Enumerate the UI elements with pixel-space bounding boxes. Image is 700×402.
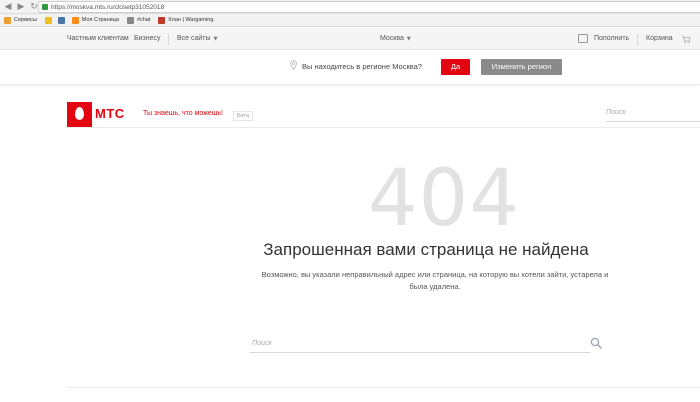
forward-icon[interactable]: ▶ — [16, 2, 26, 12]
topup-link[interactable]: Пополнить — [594, 28, 629, 50]
footer-divider — [67, 387, 700, 388]
region-question: Вы находитесь в регионе Москва? — [302, 62, 422, 71]
region-yes-button[interactable]: Да — [441, 59, 470, 75]
browser-address-bar: ◀ ▶ ↻ https://moskva.mts.ru/closetp31052… — [0, 0, 700, 14]
mts-egg-icon — [75, 107, 84, 120]
location-pin-icon — [290, 60, 297, 70]
lock-icon — [42, 4, 48, 10]
bookmark-wargaming[interactable]: Клан | Wargaming. — [158, 16, 215, 24]
topup-icon — [578, 34, 588, 43]
slogan: Ты знаешь, что можешь! — [143, 110, 223, 117]
bookmark-chat[interactable]: #chat — [126, 16, 150, 24]
page-search-placeholder: Поиск — [252, 340, 272, 347]
nav-all-sites[interactable]: Все сайты ▼ — [177, 28, 217, 50]
beta-badge: Бета — [233, 111, 254, 121]
url-text: https://moskva.mts.ru/closetp31052018 — [51, 3, 165, 11]
error-title: Запрошенная вами страница не найдена — [263, 240, 589, 259]
page-search-input[interactable]: Поиск — [250, 337, 590, 353]
top-navigation: Частным клиентам Бизнесу Все сайты ▼ Моск… — [0, 28, 700, 50]
nav-divider — [168, 34, 169, 45]
chevron-down-icon: ▼ — [213, 36, 218, 42]
region-bar: Вы находитесь в регионе Москва? — [0, 50, 700, 85]
change-region-button[interactable]: Изменить регион — [481, 59, 562, 75]
back-icon[interactable]: ◀ — [3, 2, 13, 12]
vk-icon — [57, 16, 65, 24]
nav-business[interactable]: Бизнесу — [134, 28, 160, 50]
header-search-placeholder: Поиск — [606, 109, 626, 116]
error-description: Возможно, вы указали неправильный адрес … — [261, 270, 609, 291]
bookmark-yandex[interactable] — [44, 16, 55, 24]
logo-text[interactable]: МТС — [95, 106, 125, 121]
header-divider — [67, 127, 700, 128]
nav-private-clients[interactable]: Частным клиентам — [67, 28, 129, 50]
wargaming-icon — [158, 16, 166, 24]
cart-icon[interactable] — [681, 34, 691, 44]
ok-icon — [71, 16, 79, 24]
bookmarks-bar: Сервисы Моя Страница #chat Клан | Wargam… — [0, 14, 700, 27]
bookmark-vk[interactable] — [57, 16, 68, 24]
error-code: 404 — [368, 154, 520, 244]
search-icon[interactable] — [590, 337, 602, 349]
apps-icon — [4, 16, 11, 24]
city-selector[interactable]: Москва ▼ — [380, 28, 411, 50]
cart-link[interactable]: Корзина — [646, 28, 673, 50]
chevron-down-icon: ▼ — [406, 36, 411, 42]
url-field[interactable]: https://moskva.mts.ru/closetp31052018 — [38, 1, 700, 13]
chat-icon — [126, 16, 134, 24]
yandex-icon — [44, 16, 52, 24]
nav-divider — [637, 34, 638, 45]
header-search-input[interactable]: Поиск — [606, 107, 700, 122]
bookmark-my-page[interactable]: Моя Страница — [71, 16, 119, 24]
bookmark-services[interactable]: Сервисы — [4, 16, 37, 24]
